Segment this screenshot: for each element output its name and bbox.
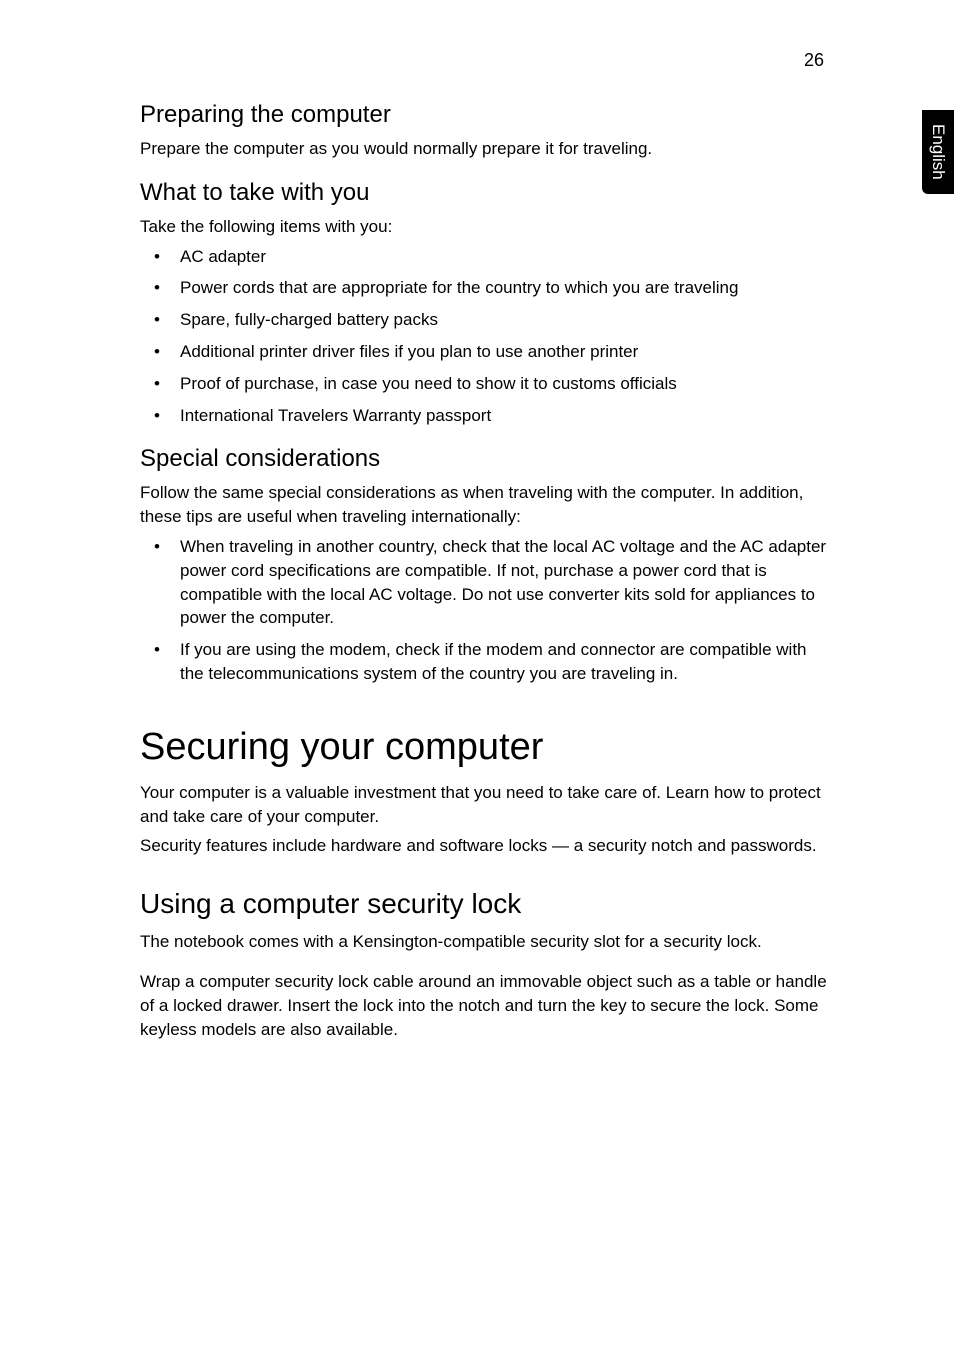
list-item: Spare, fully-charged battery packs bbox=[140, 308, 834, 332]
heading-security-lock: Using a computer security lock bbox=[140, 888, 834, 920]
page-number: 26 bbox=[140, 50, 834, 71]
list-item: AC adapter bbox=[140, 245, 834, 269]
heading-what-to-take: What to take with you bbox=[140, 179, 834, 207]
heading-special: Special considerations bbox=[140, 445, 834, 473]
list-item: When traveling in another country, check… bbox=[140, 535, 834, 630]
body-security-lock-2: Wrap a computer security lock cable arou… bbox=[140, 970, 834, 1041]
heading-securing: Securing your computer bbox=[140, 726, 834, 769]
list-item: Additional printer driver files if you p… bbox=[140, 340, 834, 364]
list-what-to-take: AC adapter Power cords that are appropri… bbox=[140, 245, 834, 428]
list-item: Power cords that are appropriate for the… bbox=[140, 276, 834, 300]
language-tab: English bbox=[922, 110, 954, 194]
body-securing-2: Security features include hardware and s… bbox=[140, 834, 834, 858]
list-special: When traveling in another country, check… bbox=[140, 535, 834, 686]
body-preparing: Prepare the computer as you would normal… bbox=[140, 137, 834, 161]
intro-what-to-take: Take the following items with you: bbox=[140, 215, 834, 239]
list-item: Proof of purchase, in case you need to s… bbox=[140, 372, 834, 396]
body-security-lock-1: The notebook comes with a Kensington-com… bbox=[140, 930, 834, 954]
heading-preparing: Preparing the computer bbox=[140, 101, 834, 129]
body-securing-1: Your computer is a valuable investment t… bbox=[140, 781, 834, 829]
list-item: International Travelers Warranty passpor… bbox=[140, 404, 834, 428]
list-item: If you are using the modem, check if the… bbox=[140, 638, 834, 686]
intro-special: Follow the same special considerations a… bbox=[140, 481, 834, 529]
